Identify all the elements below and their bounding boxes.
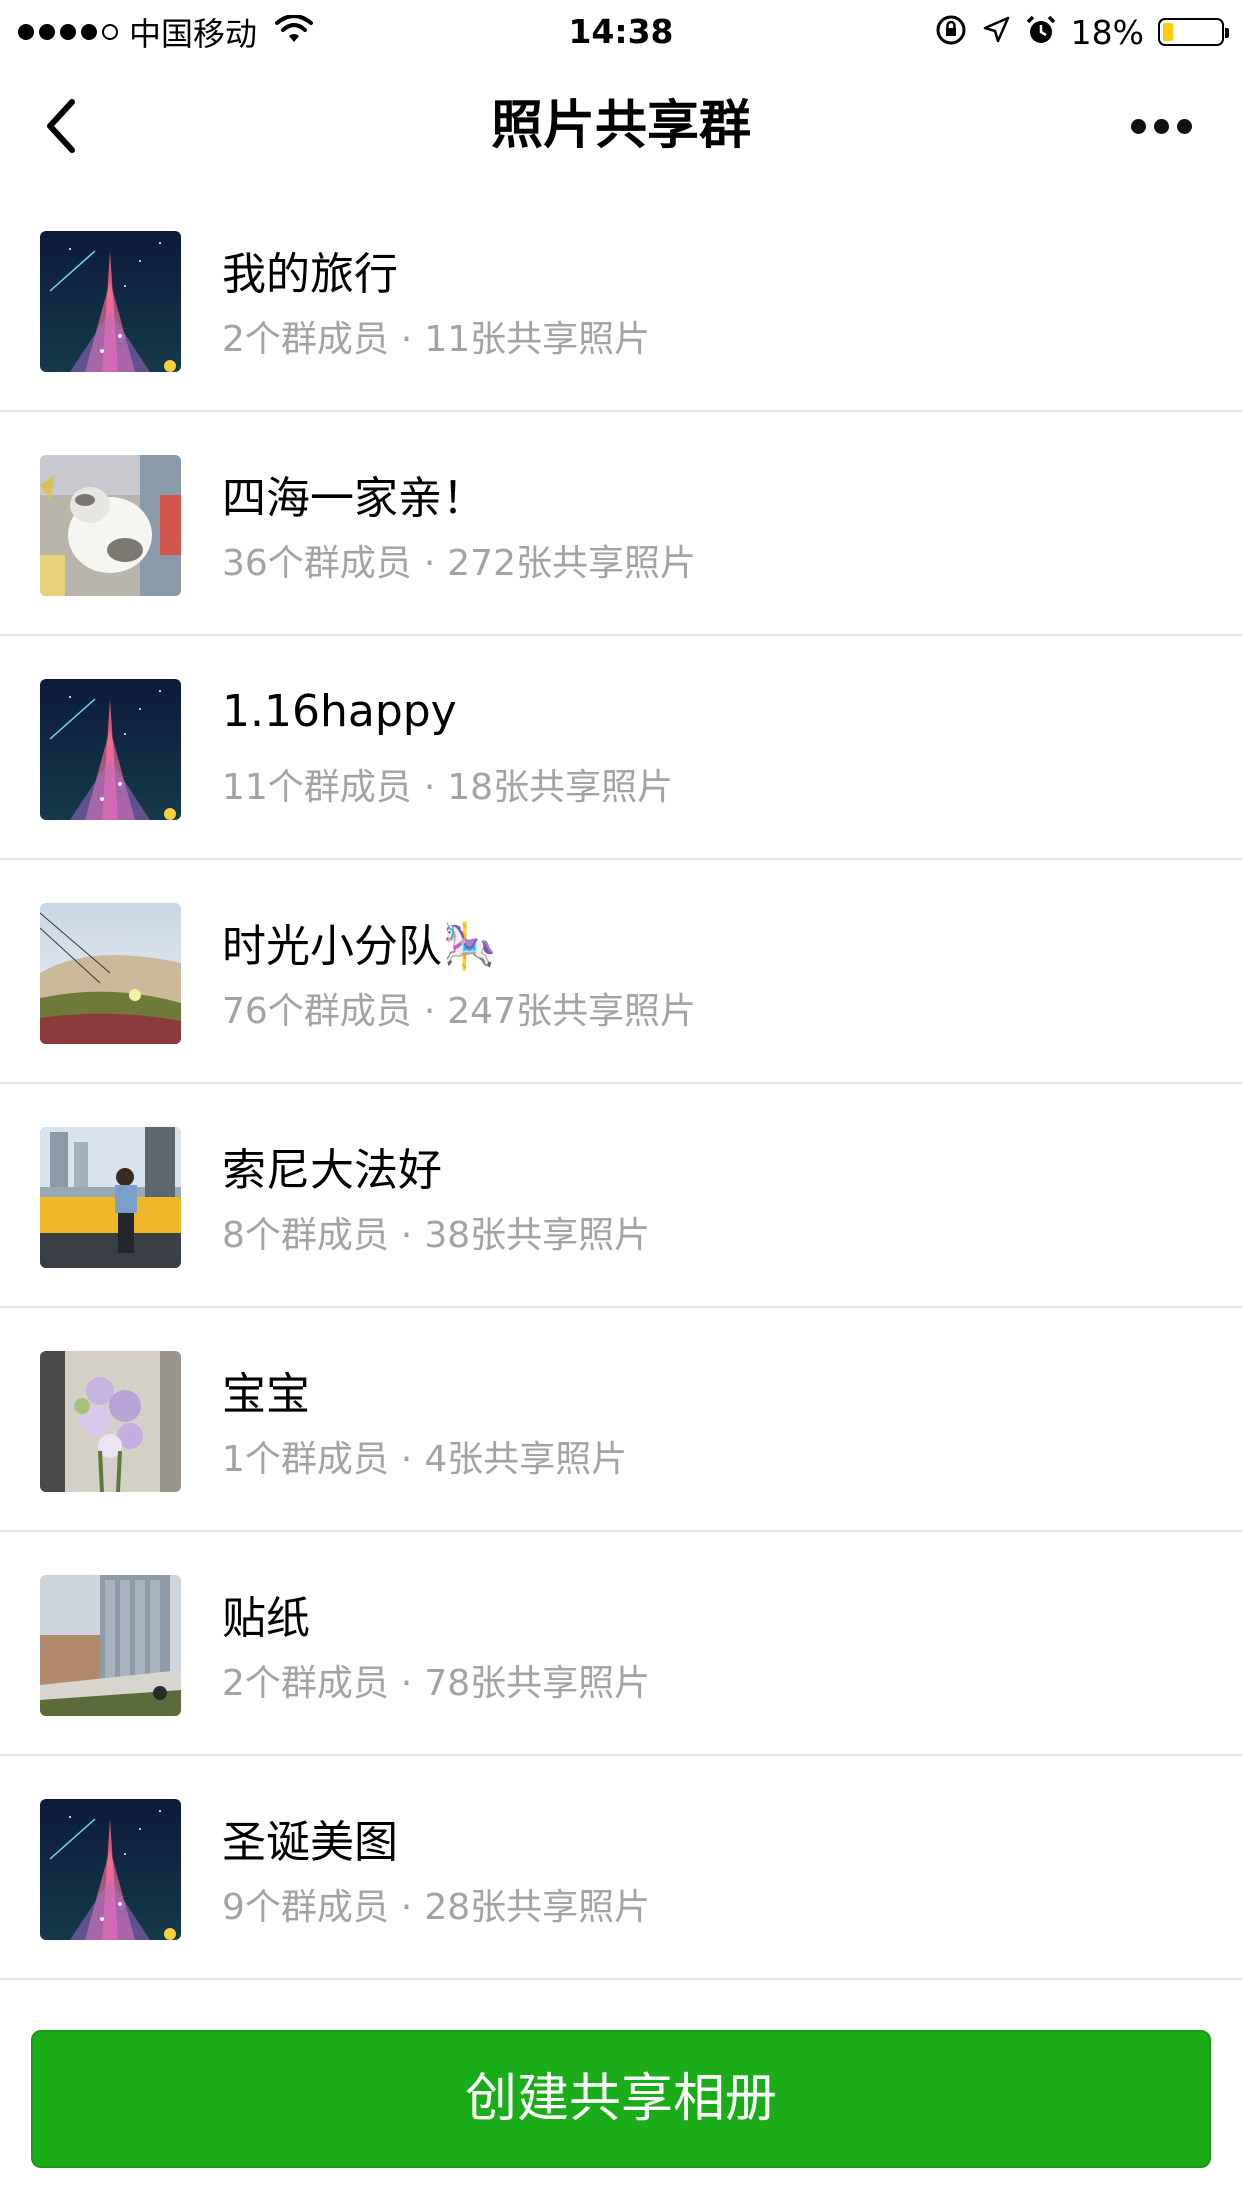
more-button[interactable] <box>1116 86 1206 166</box>
album-list: 我的旅行 2个群成员 · 11张共享照片四海一家亲！ 36个群成员 · 272张共享照片 1.… <box>0 188 1242 1980</box>
album-stats: 11个群成员 · 18张共享照片 <box>222 758 673 810</box>
location-arrow-icon <box>981 15 1011 49</box>
member-count: 76个群成员 <box>222 991 412 1032</box>
album-stats: 9个群成员 · 28张共享照片 <box>222 1878 650 1930</box>
album-row[interactable]: 圣诞美图 9个群成员 · 28张共享照片 <box>0 1756 1242 1980</box>
member-count: 2个群成员 <box>222 319 389 360</box>
album-thumbnail <box>40 1351 181 1492</box>
alarm-icon <box>1025 14 1057 50</box>
create-shared-album-button[interactable]: 创建共享相册 <box>31 2030 1211 2168</box>
album-stats: 2个群成员 · 78张共享照片 <box>222 1654 650 1706</box>
photo-count: 4张共享照片 <box>424 1439 628 1480</box>
album-name: 我的旅行 <box>222 249 398 300</box>
album-name: 圣诞美图 <box>222 1817 398 1868</box>
more-dot <box>1130 118 1146 134</box>
album-thumbnail <box>40 231 181 372</box>
album-row[interactable]: 我的旅行 2个群成员 · 11张共享照片 <box>0 188 1242 412</box>
album-name: 1.16happy <box>222 686 457 737</box>
separator-dot: · <box>400 1887 413 1928</box>
album-row[interactable]: 索尼大法好 8个群成员 · 38张共享照片 <box>0 1084 1242 1308</box>
member-count: 1个群成员 <box>222 1439 389 1480</box>
album-name: 时光小分队🎠 <box>222 921 497 972</box>
member-count: 36个群成员 <box>222 543 412 584</box>
member-count: 11个群成员 <box>222 767 412 808</box>
album-thumbnail <box>40 1127 181 1268</box>
member-count: 8个群成员 <box>222 1215 389 1256</box>
album-name: 贴纸 <box>222 1593 310 1644</box>
photo-count: 38张共享照片 <box>424 1215 651 1256</box>
album-thumbnail <box>40 1575 181 1716</box>
battery-icon <box>1158 18 1229 46</box>
battery-level-fill <box>1163 23 1174 41</box>
separator-dot: · <box>400 319 413 360</box>
status-right: 18% <box>921 0 1229 64</box>
member-count: 2个群成员 <box>222 1663 389 1704</box>
more-dot <box>1153 118 1169 134</box>
page-title: 照片共享群 <box>490 96 751 156</box>
album-stats: 8个群成员 · 38张共享照片 <box>222 1206 650 1258</box>
orientation-lock-icon <box>935 14 967 50</box>
more-dot <box>1176 118 1192 134</box>
album-name: 宝宝 <box>222 1369 310 1420</box>
separator-dot: · <box>423 767 436 808</box>
photo-count: 272张共享照片 <box>447 543 696 584</box>
photo-count: 11张共享照片 <box>424 319 651 360</box>
separator-dot: · <box>400 1663 413 1704</box>
album-stats: 2个群成员 · 11张共享照片 <box>222 310 650 362</box>
album-thumbnail <box>40 1799 181 1940</box>
album-name: 索尼大法好 <box>222 1145 442 1196</box>
separator-dot: · <box>423 991 436 1032</box>
album-stats: 36个群成员 · 272张共享照片 <box>222 534 696 586</box>
album-row[interactable]: 1.16happy 11个群成员 · 18张共享照片 <box>0 636 1242 860</box>
battery-percent: 18% <box>1070 12 1144 52</box>
album-stats: 1个群成员 · 4张共享照片 <box>222 1430 627 1482</box>
album-name: 四海一家亲！ <box>222 473 486 524</box>
photo-count: 247张共享照片 <box>447 991 696 1032</box>
album-row[interactable]: 四海一家亲！ 36个群成员 · 272张共享照片 <box>0 412 1242 636</box>
photo-count: 18张共享照片 <box>447 767 674 808</box>
photo-count: 78张共享照片 <box>424 1663 651 1704</box>
separator-dot: · <box>400 1439 413 1480</box>
separator-dot: · <box>423 543 436 584</box>
member-count: 9个群成员 <box>222 1887 389 1928</box>
separator-dot: · <box>400 1215 413 1256</box>
album-thumbnail <box>40 455 181 596</box>
album-row[interactable]: 宝宝 1个群成员 · 4张共享照片 <box>0 1308 1242 1532</box>
album-row[interactable]: 贴纸 2个群成员 · 78张共享照片 <box>0 1532 1242 1756</box>
nav-bar: 照片共享群 <box>0 64 1242 188</box>
album-row[interactable]: 时光小分队🎠 76个群成员 · 247张共享照片 <box>0 860 1242 1084</box>
photo-count: 28张共享照片 <box>424 1887 651 1928</box>
album-thumbnail <box>40 679 181 820</box>
status-bar: 中国移动 14:38 18% <box>0 0 1242 64</box>
album-thumbnail <box>40 903 181 1044</box>
album-stats: 76个群成员 · 247张共享照片 <box>222 982 696 1034</box>
